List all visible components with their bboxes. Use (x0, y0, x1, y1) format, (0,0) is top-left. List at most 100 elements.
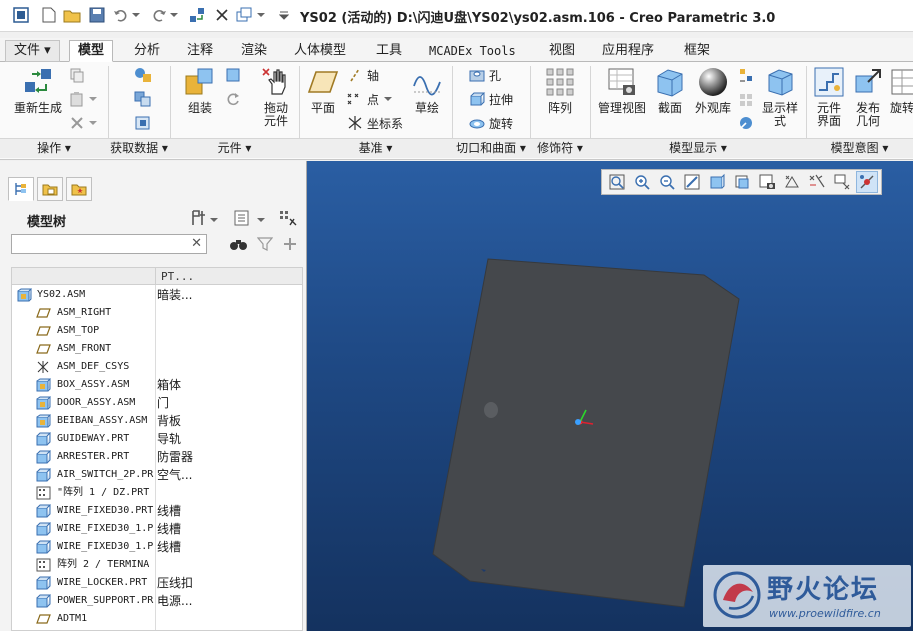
tree-columns-dropdown-icon[interactable] (256, 211, 266, 229)
redo-icon[interactable] (150, 6, 168, 24)
tree-row[interactable]: ADTM1 (12, 610, 302, 628)
tree-row[interactable]: ▶GUIDEWAY.PRT导轨 (12, 430, 302, 448)
tab-model[interactable]: 模型 (69, 40, 114, 62)
point-dropdown-icon[interactable] (383, 96, 393, 102)
section-button[interactable]: 截面 (652, 66, 688, 115)
tab-applications[interactable]: 应用程序 (593, 40, 663, 62)
paste-icon[interactable] (68, 90, 86, 108)
delete-icon[interactable] (68, 114, 86, 132)
windows-dropdown-icon[interactable] (256, 6, 266, 24)
display-toggle-icon[interactable] (737, 66, 755, 84)
tab-mcadex-tools[interactable]: MCADEx Tools (420, 40, 525, 62)
group-modifiers[interactable]: 修饰符 ▾ (530, 139, 590, 158)
open-folder-icon[interactable] (63, 6, 81, 24)
add-column-icon[interactable] (281, 235, 299, 253)
group-get-data[interactable]: 获取数据 ▾ (108, 139, 170, 158)
assemble-button[interactable]: 组装 (178, 66, 222, 115)
tab-framework[interactable]: 框架 (675, 40, 719, 62)
regenerate-quick-icon[interactable] (188, 6, 206, 24)
column-header-pt[interactable]: PT... (155, 268, 302, 285)
copy-icon[interactable] (68, 66, 86, 84)
extrude-button[interactable]: 拉伸 (468, 89, 513, 109)
tree-row[interactable]: ▶AIR_SWITCH_2P.PR空气... (12, 466, 302, 484)
delete-dropdown-icon[interactable] (88, 114, 98, 132)
tree-row[interactable]: ▶WIRE_FIXED30_1.P线槽 (12, 520, 302, 538)
undo-dropdown-icon[interactable] (131, 6, 141, 24)
repeat-icon[interactable] (224, 90, 242, 108)
group-datum[interactable]: 基准 ▾ (299, 139, 452, 158)
customize-toolbar-icon[interactable] (278, 6, 290, 24)
tree-settings-dropdown-icon[interactable] (209, 211, 219, 229)
group-model-intent[interactable]: 模型意图 ▾ (806, 139, 913, 158)
point-button[interactable]: 点 (346, 89, 393, 109)
tree-row[interactable]: ▶WIRE_FIXED30_1.P线槽 (12, 538, 302, 556)
tab-annotate[interactable]: 注释 (178, 40, 222, 62)
copy-geometry-icon[interactable] (133, 90, 153, 108)
save-icon[interactable] (88, 6, 106, 24)
folder-browser-tab[interactable] (37, 177, 63, 201)
sketch-button[interactable]: 草绘 (409, 66, 445, 115)
windows-icon[interactable] (235, 6, 253, 24)
tab-render[interactable]: 渲染 (232, 40, 276, 62)
tree-row[interactable]: ASM_DEF_CSYS (12, 358, 302, 376)
appearance-edit-icon[interactable] (737, 114, 755, 132)
paste-dropdown-icon[interactable] (88, 90, 98, 108)
find-binoculars-icon[interactable] (229, 235, 249, 253)
group-component[interactable]: 元件 ▾ (170, 139, 299, 158)
create-component-icon[interactable] (224, 66, 242, 84)
tree-row[interactable]: ▶DOOR_ASSY.ASM门 (12, 394, 302, 412)
clear-search-icon[interactable]: ✕ (191, 236, 202, 251)
tree-row[interactable]: ASM_RIGHT (12, 304, 302, 322)
more-ribbon-button[interactable]: 旋转 (890, 66, 913, 115)
tree-row[interactable]: ASM_FRONT (12, 340, 302, 358)
csys-button[interactable]: 坐标系 (346, 113, 403, 133)
tree-filter-settings-icon[interactable] (278, 209, 300, 227)
tree-row[interactable]: ▶POWER_SUPPORT.PR电源... (12, 592, 302, 610)
group-operations[interactable]: 操作 ▾ (0, 139, 108, 158)
tree-row[interactable]: ▶WIRE_LOCKER.PRT压线扣 (12, 574, 302, 592)
group-model-display[interactable]: 模型显示 ▾ (590, 139, 806, 158)
revolve-button[interactable]: 旋转 (468, 113, 513, 133)
tree-row[interactable]: ▶"阵列 1 / DZ.PRT (12, 484, 302, 502)
regenerate-button[interactable]: 重新生成 (10, 66, 66, 115)
new-file-icon[interactable] (40, 6, 58, 24)
hole-button[interactable]: 孔 (468, 65, 501, 85)
redo-dropdown-icon[interactable] (169, 6, 179, 24)
tree-row[interactable]: ▶BOX_ASSY.ASM箱体 (12, 376, 302, 394)
display-style-button[interactable]: 显示样 式 (758, 66, 802, 128)
close-window-icon[interactable] (213, 6, 231, 24)
graphics-viewport[interactable]: 野火论坛 www.proewildfire.cn (307, 161, 913, 631)
plane-button[interactable]: 平面 (304, 66, 342, 115)
model-tree-tab[interactable] (8, 177, 34, 201)
tab-manikin[interactable]: 人体模型 (285, 40, 355, 62)
tab-analysis[interactable]: 分析 (125, 40, 169, 62)
publish-geometry-button[interactable]: 发布 几何 (850, 66, 886, 128)
axis-button[interactable]: 轴 (346, 65, 379, 85)
tree-row[interactable]: ▶BEIBAN_ASSY.ASM背板 (12, 412, 302, 430)
tab-file[interactable]: 文件 ▾ (5, 40, 60, 62)
favorites-tab[interactable] (66, 177, 92, 201)
tab-view[interactable]: 视图 (540, 40, 584, 62)
tree-row[interactable]: ▶ARRESTER.PRT防雷器 (12, 448, 302, 466)
user-defined-feature-icon[interactable] (133, 66, 153, 84)
appearance-gallery-button[interactable]: 外观库 (692, 66, 734, 115)
undo-icon[interactable] (112, 6, 130, 24)
tree-columns-icon[interactable] (232, 209, 252, 227)
model-tree-search-input[interactable]: ✕ (11, 234, 207, 254)
component-interface-button[interactable]: 元件 界面 (810, 66, 848, 128)
tree-row[interactable]: ▶阵列 2 / TERMINA (12, 556, 302, 574)
display-filter-icon[interactable] (737, 90, 755, 108)
tree-settings-icon[interactable] (190, 209, 210, 227)
manage-views-button[interactable]: 管理视图 (595, 66, 649, 115)
group-cuts-surfaces[interactable]: 切口和曲面 ▾ (452, 139, 530, 158)
shrinkwrap-icon[interactable] (133, 114, 153, 132)
tree-row[interactable]: YS02.ASM 暗装... (12, 286, 302, 304)
tree-row[interactable]: ▶WIRE_FIXED30.PRT线槽 (12, 502, 302, 520)
tree-row[interactable]: ASM_TOP (12, 322, 302, 340)
tab-tools[interactable]: 工具 (367, 40, 411, 62)
app-logo-icon[interactable] (12, 6, 30, 24)
filter-funnel-icon[interactable] (256, 235, 274, 253)
pattern-button[interactable]: 阵列 (542, 66, 578, 115)
forum-logo (713, 571, 761, 619)
drag-components-button[interactable]: 拖动 元件 (256, 66, 296, 128)
